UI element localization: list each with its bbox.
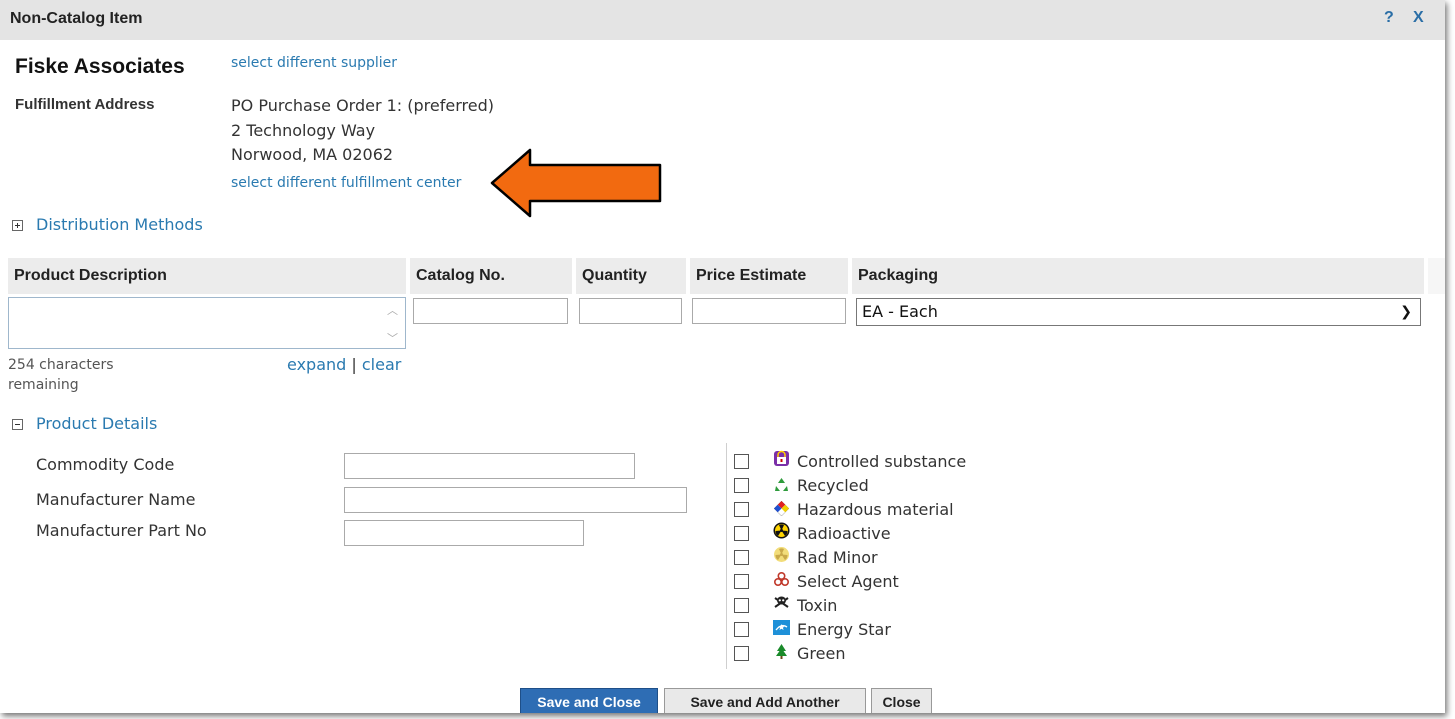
recycled-label: Recycled (797, 476, 869, 495)
radioactive-checkbox[interactable] (734, 526, 749, 541)
recycled-icon (774, 477, 789, 492)
select-different-supplier-link[interactable]: select different supplier (231, 55, 397, 71)
close-button[interactable]: Close (871, 688, 932, 713)
scroll-down-icon[interactable]: ﹀ (387, 330, 399, 345)
details-divider (726, 443, 727, 669)
green-checkbox[interactable] (734, 646, 749, 661)
rad-minor-checkbox[interactable] (734, 550, 749, 565)
price-estimate-input[interactable] (692, 298, 846, 324)
save-and-close-button[interactable]: Save and Close (520, 688, 658, 713)
packaging-header: Packaging (852, 258, 1424, 294)
catalog-no-header: Catalog No. (410, 258, 572, 294)
energy-star-icon (773, 620, 790, 635)
controlled-substance-checkbox[interactable] (734, 454, 749, 469)
scroll-up-icon[interactable]: ︿ (387, 302, 399, 317)
energy-star-checkbox[interactable] (734, 622, 749, 637)
product-description-textarea[interactable]: ︿ ﹀ (8, 297, 406, 349)
hazardous-material-checkbox[interactable] (734, 502, 749, 517)
rad-minor-label: Rad Minor (797, 548, 878, 567)
supplier-name: Fiske Associates (15, 55, 185, 78)
manufacturer-part-no-label: Manufacturer Part No (36, 521, 207, 540)
hazardous-material-icon (773, 500, 790, 517)
fulfillment-address-line-3: Norwood, MA 02062 (231, 145, 394, 164)
dialog-title: Non-Catalog Item (10, 10, 143, 27)
toxin-label: Toxin (797, 596, 838, 615)
distribution-methods-link[interactable]: Distribution Methods (36, 215, 203, 234)
product-details-link[interactable]: Product Details (36, 414, 157, 433)
line-item-header: Product Description Catalog No. Quantity… (0, 258, 1445, 294)
green-label: Green (797, 644, 846, 663)
select-agent-label: Select Agent (797, 572, 899, 591)
help-button[interactable]: ? (1384, 9, 1394, 27)
product-description-header: Product Description (8, 258, 406, 294)
collapse-product-details-icon[interactable] (12, 419, 23, 430)
separator: | (351, 355, 357, 374)
manufacturer-name-input[interactable] (344, 487, 687, 513)
recycled-checkbox[interactable] (734, 478, 749, 493)
chevron-down-icon: ❯ (1400, 304, 1412, 320)
fulfillment-address-line-2: 2 Technology Way (231, 121, 376, 140)
select-different-fulfillment-center-link[interactable]: select different fulfillment center (231, 175, 461, 191)
header-edge (1428, 258, 1445, 294)
non-catalog-item-dialog: Non-Catalog Item ? X Fiske Associates se… (0, 0, 1445, 713)
green-icon (776, 644, 787, 659)
quantity-input[interactable] (579, 298, 682, 324)
dialog-titlebar: Non-Catalog Item ? X (0, 0, 1445, 40)
quantity-header: Quantity (576, 258, 686, 294)
manufacturer-part-no-input[interactable] (344, 520, 584, 546)
characters-remaining: 254 characters remaining (8, 357, 114, 393)
commodity-code-input[interactable] (344, 453, 635, 479)
controlled-substance-label: Controlled substance (797, 452, 967, 471)
toxin-icon (774, 596, 789, 608)
packaging-selected-value: EA - Each (862, 302, 938, 321)
price-estimate-header: Price Estimate (690, 258, 848, 294)
controlled-substance-icon (774, 450, 789, 466)
commodity-code-label: Commodity Code (36, 455, 175, 474)
annotation-arrow (490, 148, 662, 218)
manufacturer-name-label: Manufacturer Name (36, 490, 196, 509)
clear-link[interactable]: clear (362, 355, 401, 374)
select-agent-icon (773, 571, 790, 587)
close-dialog-button[interactable]: X (1413, 9, 1424, 27)
radioactive-icon (773, 522, 790, 539)
expand-link[interactable]: expand (287, 355, 346, 374)
select-agent-checkbox[interactable] (734, 574, 749, 589)
catalog-no-input[interactable] (413, 298, 568, 324)
fulfillment-address-line-1: PO Purchase Order 1: (preferred) (231, 96, 494, 115)
toxin-checkbox[interactable] (734, 598, 749, 613)
save-and-add-another-button[interactable]: Save and Add Another (664, 688, 866, 713)
packaging-select[interactable]: EA - Each ❯ (856, 298, 1421, 326)
energy-star-label: Energy Star (797, 620, 891, 639)
expand-clear-links: expand | clear (287, 355, 401, 374)
hazardous-material-label: Hazardous material (797, 500, 954, 519)
rad-minor-icon (774, 547, 789, 562)
fulfillment-address-label: Fulfillment Address (15, 96, 155, 113)
radioactive-label: Radioactive (797, 524, 891, 543)
expand-distribution-icon[interactable] (12, 220, 23, 231)
